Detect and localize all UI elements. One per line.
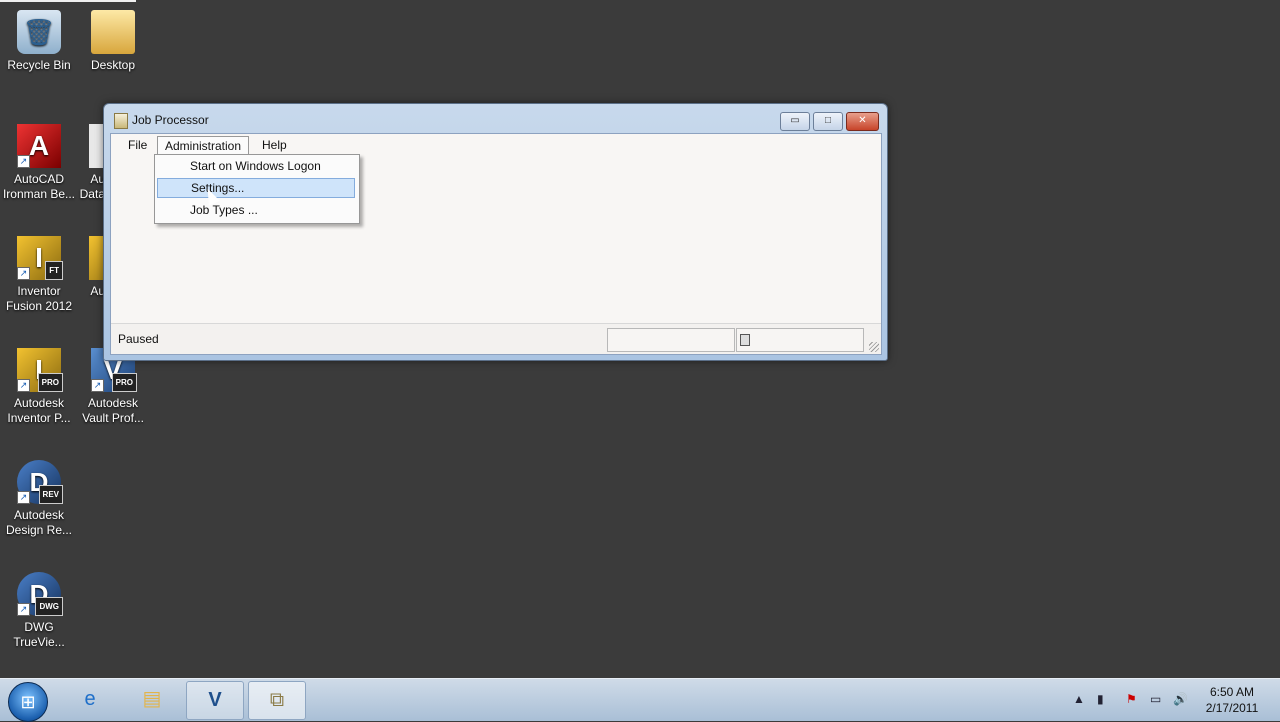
desktop-icon-label: Autodesk Vault Prof... [82,396,144,425]
desktop-icon-dwg-trueview[interactable]: D DWG ↗ DWG TrueVie... [1,572,77,650]
status-panel-progress [607,328,735,352]
close-button[interactable]: ✕ [846,112,879,131]
top-edge-strip [0,0,136,2]
menu-file[interactable]: File [121,136,154,154]
recycle-bin-icon: 🗑 [17,10,61,54]
dwg-trueview-icon: D DWG ↗ [17,572,63,616]
window-titlebar[interactable]: Job Processor ▭ □ ✕ [104,104,887,134]
desktop-icon-desktop[interactable]: Desktop [75,10,151,73]
menu-bar: File Administration Help [111,134,881,156]
menu-item-settings[interactable]: Settings... [157,178,355,198]
status-indicator-icon [740,334,750,346]
window-title: Job Processor [132,113,209,127]
menu-administration[interactable]: Administration [157,136,250,155]
design-review-icon: D REV ↗ [17,460,63,504]
desktop-icon-recycle-bin[interactable]: 🗑 Recycle Bin [1,10,77,73]
desktop-icon-label: DWG TrueVie... [13,620,65,649]
shortcut-arrow-icon: ↗ [17,155,30,168]
desktop-icon-label: Au Data [79,172,105,201]
desktop-icon-autocad[interactable]: A ↗ AutoCAD Ironman Be... [1,124,77,202]
network-icon[interactable]: ▭ [1150,692,1161,706]
desktop-icon-label: Inventor Fusion 2012 [5,284,73,313]
desktop-icon-inventor-fusion[interactable]: I FT ↗ Inventor Fusion 2012 [1,236,77,314]
folder-icon [91,10,135,54]
administration-dropdown: Start on Windows Logon Settings... Job T… [154,154,360,224]
vault-taskbar-icon[interactable]: V [186,681,244,720]
desktop-icon-label: Autodesk Design Re... [5,508,73,537]
tray-app-icon[interactable]: ▮ [1097,692,1104,706]
shortcut-arrow-icon: ↗ [17,491,30,504]
desktop-icon-au[interactable]: Au [75,236,105,299]
desktop-icon-label: AutoCAD Ironman Be... [2,172,76,201]
show-hidden-icons-icon[interactable]: ▲ [1073,692,1085,706]
desktop-icon-label: Desktop [90,58,136,72]
icon-badge: FT [45,261,63,280]
shortcut-arrow-icon: ↗ [91,379,104,392]
desktop-icon-label: Autodesk Inventor P... [7,396,71,425]
desktop-icon-inventor-pro[interactable]: I PRO ↗ Autodesk Inventor P... [1,348,77,426]
menu-item-job-types[interactable]: Job Types ... [157,200,355,220]
job-processor-icon [114,113,128,129]
inventor-pro-icon: I PRO ↗ [17,348,63,392]
windows-explorer-icon[interactable]: ▤ [124,681,180,718]
shortcut-arrow-icon: ↗ [17,267,30,280]
icon-badge: PRO [37,373,63,392]
internet-explorer-icon[interactable]: e [62,681,118,718]
clock-date: 2/17/2011 [1205,701,1259,715]
minimize-button[interactable]: ▭ [780,112,810,131]
menu-item-start-on-windows-logon[interactable]: Start on Windows Logon [157,156,355,176]
menu-help[interactable]: Help [255,136,294,154]
start-button[interactable]: ⊞ [8,682,48,722]
desktop-icon-au-data[interactable]: Au Data [75,124,105,202]
icon-badge: REV [38,485,63,504]
autocad-icon: A ↗ [17,124,61,168]
resize-grip-icon[interactable] [869,342,879,352]
status-bar: Paused [111,323,881,354]
job-processor-taskbar-icon[interactable]: ⧉ [248,681,306,720]
taskbar-clock[interactable]: 6:50 AM 2/17/2011 [1192,684,1272,716]
status-text: Paused [118,332,159,346]
inventor-fusion-icon: I FT ↗ [17,236,63,280]
action-center-flag-icon[interactable]: ⚑ [1126,692,1137,706]
maximize-button[interactable]: □ [813,112,843,131]
desktop-icon-label: Au [90,284,105,298]
clock-time: 6:50 AM [1209,685,1255,699]
status-panel-indicator [736,328,864,352]
desktop-icon-design-review[interactable]: D REV ↗ Autodesk Design Re... [1,460,77,538]
taskbar: ⊞ e ▤ V ⧉ ▲ ▮ ⚑ ▭ 🔊 6:50 AM 2/17/2011 [0,678,1280,722]
icon-badge: DWG [35,597,63,616]
desktop-icon-label: Recycle Bin [7,58,71,72]
volume-icon[interactable]: 🔊 [1173,692,1188,706]
icon-badge: PRO [111,373,137,392]
shortcut-arrow-icon: ↗ [17,379,30,392]
job-processor-window: Job Processor ▭ □ ✕ File Administration … [103,103,888,361]
shortcut-arrow-icon: ↗ [17,603,30,616]
